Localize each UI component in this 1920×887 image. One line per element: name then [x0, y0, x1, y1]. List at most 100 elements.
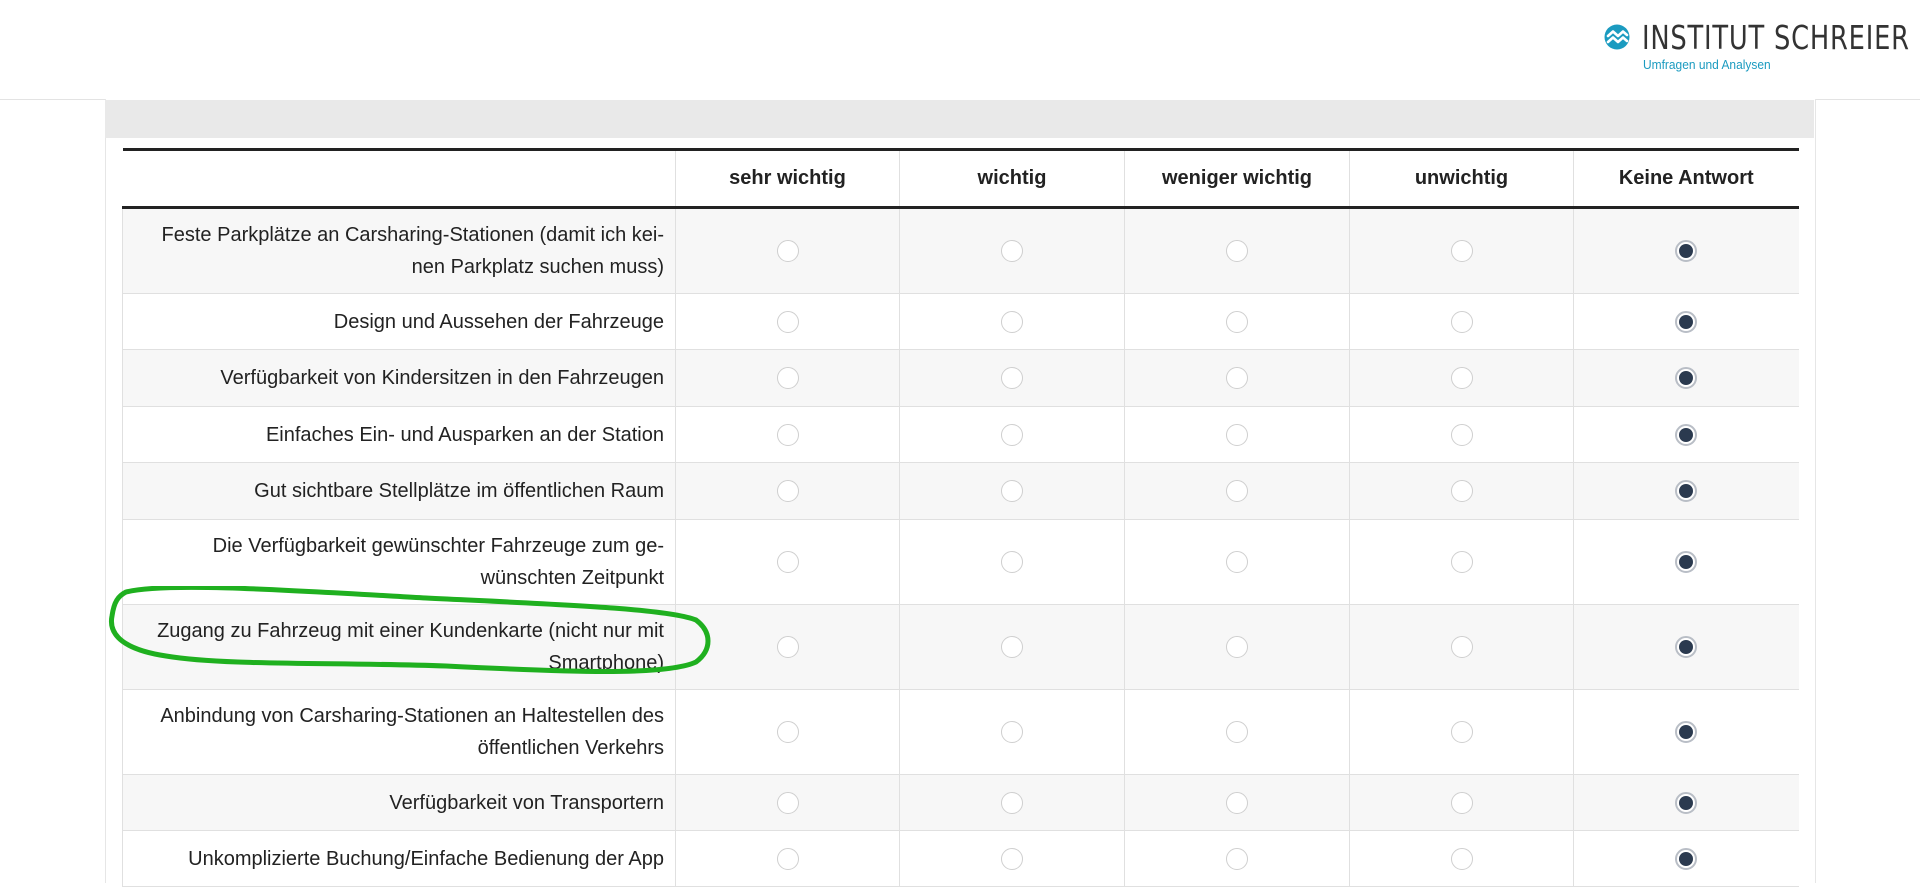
radio-option-unwichtig[interactable] [1450, 423, 1473, 446]
radio-option-sehr-wichtig[interactable] [776, 310, 799, 333]
radio-option-unwichtig[interactable] [1450, 847, 1473, 870]
answer-cell[interactable] [675, 462, 900, 520]
radio-option-weniger-wichtig[interactable] [1226, 791, 1248, 814]
radio-option-keine-antwort[interactable] [1675, 551, 1698, 573]
radio-option-wichtig[interactable] [1001, 367, 1023, 389]
answer-cell[interactable] [899, 774, 1125, 831]
radio-option-weniger-wichtig[interactable] [1226, 367, 1248, 389]
radio-option-weniger-wichtig[interactable] [1226, 636, 1248, 658]
radio-option-sehr-wichtig[interactable] [776, 480, 799, 502]
answer-cell[interactable] [1573, 406, 1799, 463]
radio-option-unwichtig[interactable] [1450, 636, 1473, 658]
radio-option-weniger-wichtig[interactable] [1226, 721, 1248, 743]
radio-option-wichtig[interactable] [1001, 423, 1023, 446]
radio-option-sehr-wichtig[interactable] [776, 721, 799, 743]
answer-cell[interactable] [1573, 689, 1799, 775]
answer-cell[interactable] [1349, 830, 1574, 887]
answer-cell[interactable] [675, 349, 900, 407]
answer-cell[interactable] [1573, 207, 1799, 294]
answer-cell[interactable] [1349, 689, 1574, 775]
radio-option-keine-antwort[interactable] [1675, 480, 1698, 502]
radio-option-keine-antwort[interactable] [1675, 240, 1698, 262]
radio-option-weniger-wichtig[interactable] [1226, 847, 1248, 870]
radio-option-wichtig[interactable] [1001, 310, 1023, 333]
answer-cell[interactable] [1349, 349, 1574, 407]
answer-cell[interactable] [1124, 689, 1350, 775]
answer-cell[interactable] [675, 830, 900, 887]
radio-option-keine-antwort[interactable] [1675, 310, 1698, 333]
radio-option-weniger-wichtig[interactable] [1226, 551, 1248, 573]
radio-option-sehr-wichtig[interactable] [776, 636, 799, 658]
radio-option-wichtig[interactable] [1001, 480, 1023, 502]
answer-cell[interactable] [899, 462, 1125, 520]
answer-cell[interactable] [1573, 293, 1799, 350]
radio-option-unwichtig[interactable] [1450, 240, 1473, 262]
radio-option-unwichtig[interactable] [1450, 367, 1473, 389]
answer-cell[interactable] [899, 406, 1125, 463]
radio-option-sehr-wichtig[interactable] [776, 240, 799, 262]
radio-option-weniger-wichtig[interactable] [1226, 423, 1248, 446]
answer-cell[interactable] [1349, 406, 1574, 463]
radio-option-keine-antwort[interactable] [1675, 847, 1698, 870]
radio-option-sehr-wichtig[interactable] [776, 423, 799, 446]
answer-cell[interactable] [1573, 349, 1799, 407]
radio-option-unwichtig[interactable] [1450, 551, 1473, 573]
answer-cell[interactable] [1349, 604, 1574, 690]
radio-option-keine-antwort[interactable] [1675, 721, 1698, 743]
answer-cell[interactable] [1573, 774, 1799, 831]
radio-option-wichtig[interactable] [1001, 551, 1023, 573]
answer-cell[interactable] [1124, 293, 1350, 350]
answer-cell[interactable] [1124, 774, 1350, 831]
radio-option-weniger-wichtig[interactable] [1226, 310, 1248, 333]
answer-cell[interactable] [899, 293, 1125, 350]
answer-cell[interactable] [675, 406, 900, 463]
answer-cell[interactable] [1124, 349, 1350, 407]
answer-cell[interactable] [1573, 462, 1799, 520]
radio-option-keine-antwort[interactable] [1675, 423, 1698, 446]
answer-cell[interactable] [899, 604, 1125, 690]
answer-cell[interactable] [899, 830, 1125, 887]
radio-option-unwichtig[interactable] [1450, 480, 1473, 502]
answer-cell[interactable] [1349, 462, 1574, 520]
answer-cell[interactable] [899, 689, 1125, 775]
radio-option-wichtig[interactable] [1001, 721, 1023, 743]
radio-option-sehr-wichtig[interactable] [776, 847, 799, 870]
answer-cell[interactable] [899, 349, 1125, 407]
radio-option-sehr-wichtig[interactable] [776, 791, 799, 814]
radio-option-wichtig[interactable] [1001, 791, 1023, 814]
answer-cell[interactable] [1573, 830, 1799, 887]
answer-cell[interactable] [1124, 519, 1350, 605]
radio-option-weniger-wichtig[interactable] [1226, 240, 1248, 262]
radio-option-keine-antwort[interactable] [1675, 367, 1698, 389]
radio-option-weniger-wichtig[interactable] [1226, 480, 1248, 502]
radio-option-keine-antwort[interactable] [1675, 791, 1698, 814]
answer-cell[interactable] [1573, 519, 1799, 605]
radio-option-unwichtig[interactable] [1450, 721, 1473, 743]
answer-cell[interactable] [899, 207, 1125, 294]
answer-cell[interactable] [675, 774, 900, 831]
answer-cell[interactable] [899, 519, 1125, 605]
answer-cell[interactable] [675, 293, 900, 350]
answer-cell[interactable] [1124, 207, 1350, 294]
radio-option-wichtig[interactable] [1001, 847, 1023, 870]
answer-cell[interactable] [1349, 293, 1574, 350]
answer-cell[interactable] [1124, 604, 1350, 690]
brand-logo[interactable]: INSTITUT SCHREIER Umfragen und Analysen [1604, 19, 1909, 75]
answer-cell[interactable] [1349, 519, 1574, 605]
answer-cell[interactable] [675, 519, 900, 605]
radio-option-sehr-wichtig[interactable] [776, 551, 799, 573]
radio-option-unwichtig[interactable] [1450, 791, 1473, 814]
radio-option-unwichtig[interactable] [1450, 310, 1473, 333]
answer-cell[interactable] [1124, 830, 1350, 887]
radio-option-keine-antwort[interactable] [1675, 636, 1698, 658]
answer-cell[interactable] [675, 604, 900, 690]
answer-cell[interactable] [1349, 774, 1574, 831]
answer-cell[interactable] [1573, 604, 1799, 690]
answer-cell[interactable] [1124, 406, 1350, 463]
radio-option-wichtig[interactable] [1001, 636, 1023, 658]
radio-option-wichtig[interactable] [1001, 240, 1023, 262]
answer-cell[interactable] [675, 207, 900, 294]
answer-cell[interactable] [1124, 462, 1350, 520]
answer-cell[interactable] [675, 689, 900, 775]
answer-cell[interactable] [1349, 207, 1574, 294]
